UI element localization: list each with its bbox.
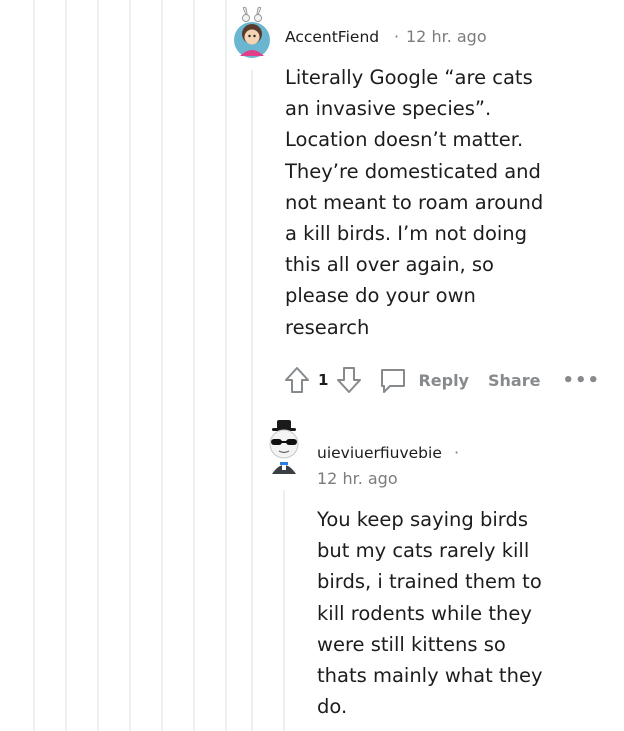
upvote-button[interactable] <box>282 365 312 395</box>
comment-author[interactable]: AccentFiend <box>285 28 379 46</box>
comment-timestamp[interactable]: 12 hr. ago <box>317 469 398 488</box>
avatar-uieviuerfiuvebie[interactable] <box>262 418 306 476</box>
thread-line-1[interactable] <box>33 0 35 731</box>
meta-separator: · <box>454 443 460 462</box>
more-options-button[interactable]: ••• <box>562 370 600 391</box>
reply-label: Reply <box>418 370 469 390</box>
comment-body: You keep saying birds but my cats rarely… <box>317 504 557 722</box>
avatar-accentfiend[interactable] <box>232 6 272 60</box>
comment-2-thread-line[interactable] <box>283 490 285 731</box>
comment-1-thread-line[interactable] <box>251 70 253 731</box>
comment-body-text: Literally Google “are cats an invasive s… <box>285 66 544 339</box>
downvote-arrow-icon <box>337 367 362 393</box>
meta-separator: · <box>394 27 400 46</box>
thread-line-7[interactable] <box>225 0 227 731</box>
vote-count: 1 <box>318 371 329 389</box>
share-button[interactable]: Share <box>488 371 540 390</box>
reply-button[interactable]: Reply <box>378 365 469 395</box>
comment-timestamp[interactable]: 12 hr. ago <box>406 27 487 46</box>
thread-line-6[interactable] <box>193 0 195 731</box>
comment-author[interactable]: uieviuerfiuvebie <box>317 444 442 462</box>
thread-line-3[interactable] <box>97 0 99 731</box>
comment-actions: 1 Reply Share ••• <box>282 363 600 397</box>
thread-line-4[interactable] <box>129 0 131 731</box>
more-options-icon: ••• <box>562 369 600 391</box>
downvote-button[interactable] <box>334 365 364 395</box>
comment-body: Literally Google “are cats an invasive s… <box>285 62 555 343</box>
comment-bubble-icon <box>381 369 406 393</box>
comment-body-text: You keep saying birds but my cats rarely… <box>317 508 543 719</box>
upvote-arrow-icon <box>285 367 309 393</box>
thread-line-2[interactable] <box>65 0 67 731</box>
thread-line-5[interactable] <box>161 0 163 731</box>
